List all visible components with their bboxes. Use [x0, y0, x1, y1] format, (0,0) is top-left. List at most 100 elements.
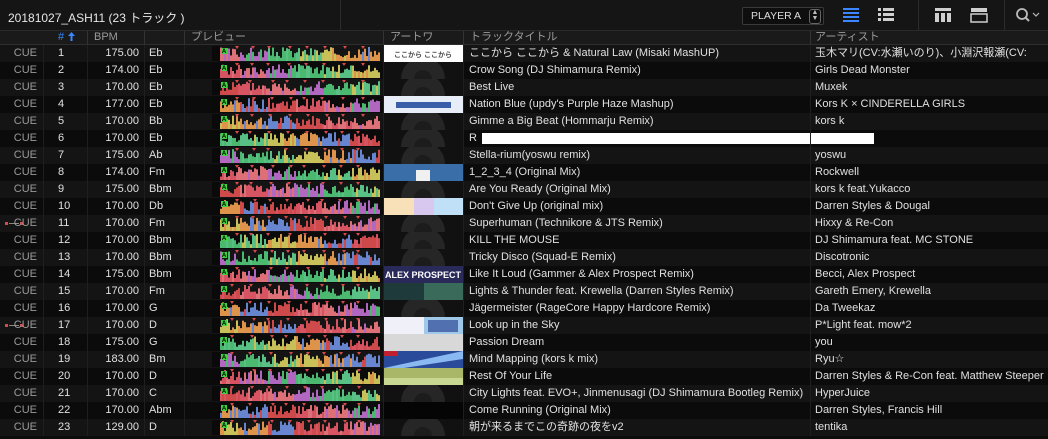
- preview-waveform[interactable]: A: [212, 233, 380, 248]
- table-row[interactable]: CUE 3 170.00 Eb A Best Live Muxek: [0, 79, 1048, 96]
- preview-waveform[interactable]: A: [212, 284, 380, 299]
- column-divider[interactable]: [463, 31, 464, 44]
- table-row[interactable]: CUE 15 170.00 Fm A Lights & Thunder feat. Kre…: [0, 283, 1048, 300]
- column-header-artwork[interactable]: アートワ: [390, 31, 462, 44]
- column-divider[interactable]: [87, 31, 88, 44]
- preview-waveform[interactable]: A: [212, 131, 380, 146]
- preview-waveform[interactable]: A: [212, 403, 380, 418]
- table-row[interactable]: CUE 11 170.00 Fm A Superhuman (Technikore & J…: [0, 215, 1048, 232]
- preview-waveform[interactable]: A: [212, 318, 380, 333]
- table-row[interactable]: CUE 12 170.00 Bbm A KILL THE MOUSE DJ Shimamur…: [0, 232, 1048, 249]
- preview-waveform[interactable]: A: [212, 216, 380, 231]
- track-title: Best Live: [469, 81, 515, 93]
- preview-waveform[interactable]: A: [212, 420, 380, 435]
- column-divider[interactable]: [383, 31, 384, 44]
- preview-waveform[interactable]: A: [212, 352, 380, 367]
- column-divider[interactable]: [184, 31, 185, 44]
- preview-waveform[interactable]: A: [212, 165, 380, 180]
- table-row[interactable]: CUE 14 175.00 Bbm A ALEX PROSPECT Like It Loud…: [0, 266, 1048, 283]
- detail-list-icon[interactable]: [877, 7, 895, 23]
- cue-indicator: CUE: [13, 132, 37, 144]
- column-header-title[interactable]: トラックタイトル: [470, 31, 806, 44]
- track-bpm: 175.00: [105, 149, 139, 161]
- column-divider: [184, 96, 185, 113]
- table-row[interactable]: CUE 5 170.00 Bb A Gimme a Big Beat (Hommarju …: [0, 113, 1048, 130]
- track-number: 18: [58, 336, 71, 348]
- table-row[interactable]: CUE 10 170.00 Db A Don't Give Up (original mi…: [0, 198, 1048, 215]
- table-row[interactable]: CUE 1 175.00 Eb A ここから ここから ここから ここから & Natura…: [0, 45, 1048, 62]
- column-header-number[interactable]: #: [58, 31, 88, 44]
- cue-indicator: CUE: [13, 421, 37, 433]
- table-row[interactable]: CUE 20 170.00 D A Rest Of Your Life Darren Sty…: [0, 368, 1048, 385]
- preview-waveform[interactable]: A: [212, 301, 380, 316]
- artwork-cell: [384, 419, 463, 436]
- artwork-view-icon[interactable]: [934, 7, 952, 23]
- track-key: Eb: [149, 132, 163, 144]
- player-select[interactable]: PLAYER A ▲ ▼: [742, 7, 824, 25]
- column-header-artist[interactable]: アーティスト: [815, 31, 1045, 44]
- table-row[interactable]: CUE 21 170.00 C A City Lights feat. EVO+, Jin…: [0, 385, 1048, 402]
- table-row[interactable]: CUE 9 175.00 Bbm A Are You Ready (Original Mi…: [0, 181, 1048, 198]
- search-icon[interactable]: [1015, 7, 1041, 23]
- table-row[interactable]: CUE 6 170.00 Eb A R: [0, 130, 1048, 147]
- column-divider[interactable]: [144, 31, 145, 44]
- column-divider: [184, 232, 185, 249]
- svg-text:A: A: [222, 219, 227, 225]
- artwork-cell: [384, 79, 463, 96]
- track-key: G: [149, 336, 158, 348]
- table-row[interactable]: CUE 4 177.00 Eb A Nation Blue (updy's Purple …: [0, 96, 1048, 113]
- preview-waveform[interactable]: A: [212, 46, 380, 61]
- preview-waveform[interactable]: A: [212, 199, 380, 214]
- artwork-cell: [384, 317, 463, 334]
- preview-waveform[interactable]: A: [212, 97, 380, 112]
- column-divider: [383, 96, 384, 113]
- artwork-cell: [384, 402, 463, 419]
- preview-waveform[interactable]: A: [212, 114, 380, 129]
- preview-waveform[interactable]: A: [212, 182, 380, 197]
- column-divider: [87, 215, 88, 232]
- table-row[interactable]: CUE 7 175.00 Ab A Stella-rium(yoswu remix) yos…: [0, 147, 1048, 164]
- preview-waveform[interactable]: A: [212, 250, 380, 265]
- preview-waveform[interactable]: A: [212, 335, 380, 350]
- toolbar: 20181027_ASH11 (23 トラック ) PLAYER A ▲ ▼: [0, 0, 1048, 31]
- column-divider: [463, 300, 464, 317]
- table-row[interactable]: CUE 23 129.00 D A 朝が来るまでこの奇跡の夜をv2 tentika: [0, 419, 1048, 436]
- track-key: G: [149, 302, 158, 314]
- track-bpm: 175.00: [105, 268, 139, 280]
- track-artist: HyperJuice: [815, 387, 871, 399]
- column-divider: [87, 45, 88, 62]
- column-divider: [43, 351, 44, 368]
- preview-waveform[interactable]: A: [212, 148, 380, 163]
- preview-waveform[interactable]: A: [212, 80, 380, 95]
- svg-text:A: A: [222, 406, 227, 412]
- browser-view-icon[interactable]: [970, 7, 988, 23]
- column-divider: [383, 283, 384, 300]
- track-number: 13: [58, 251, 71, 263]
- column-divider: [383, 266, 384, 283]
- table-row[interactable]: CUE 2 174.00 Eb A Crow Song (DJ Shimamura Rem…: [0, 62, 1048, 79]
- column-divider[interactable]: [810, 31, 811, 44]
- svg-text:A: A: [222, 151, 227, 157]
- table-row[interactable]: CUE 22 170.00 Abm A Come Running (Original Mi…: [0, 402, 1048, 419]
- track-title: Look up in the Sky: [469, 319, 560, 331]
- table-row[interactable]: CUE 19 183.00 Bm A Mind Mapping (kors k mix) R…: [0, 351, 1048, 368]
- preview-waveform[interactable]: A: [212, 386, 380, 401]
- table-row[interactable]: CUE 17 170.00 D A Look up in the Sky P*Light f…: [0, 317, 1048, 334]
- table-row[interactable]: CUE 18 175.00 G A Passion Dream you: [0, 334, 1048, 351]
- toolbar-divider: [1004, 0, 1005, 30]
- preview-waveform[interactable]: A: [212, 369, 380, 384]
- column-divider: [184, 283, 185, 300]
- column-divider: [184, 368, 185, 385]
- artwork-thumbnail: [384, 317, 463, 334]
- list-view-icon[interactable]: [842, 7, 860, 23]
- preview-waveform[interactable]: A: [212, 63, 380, 78]
- table-row[interactable]: CUE 13 170.00 Bbm A Tricky Disco (Squad-E Rem…: [0, 249, 1048, 266]
- table-row[interactable]: CUE 8 174.00 Fm A 1_2_3_4 (Original Mix) Rockw…: [0, 164, 1048, 181]
- preview-waveform[interactable]: A: [212, 267, 380, 282]
- track-title: City Lights feat. EVO+, Jinmenusagi (DJ …: [469, 387, 804, 399]
- table-row[interactable]: CUE 16 170.00 G A Jägermeister (RageCore Happ…: [0, 300, 1048, 317]
- column-header-preview[interactable]: プレビュー: [191, 31, 381, 44]
- column-header-bpm[interactable]: BPM: [94, 31, 144, 44]
- artwork-thumbnail: [384, 130, 463, 147]
- artwork-thumbnail: [384, 62, 463, 79]
